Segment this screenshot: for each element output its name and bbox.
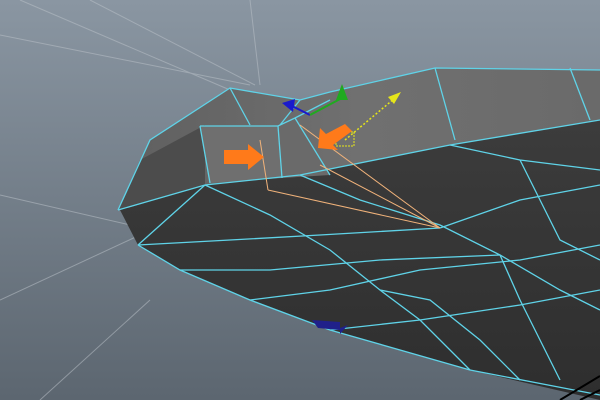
viewport-scene[interactable] bbox=[0, 0, 600, 400]
3d-viewport[interactable] bbox=[0, 0, 600, 400]
